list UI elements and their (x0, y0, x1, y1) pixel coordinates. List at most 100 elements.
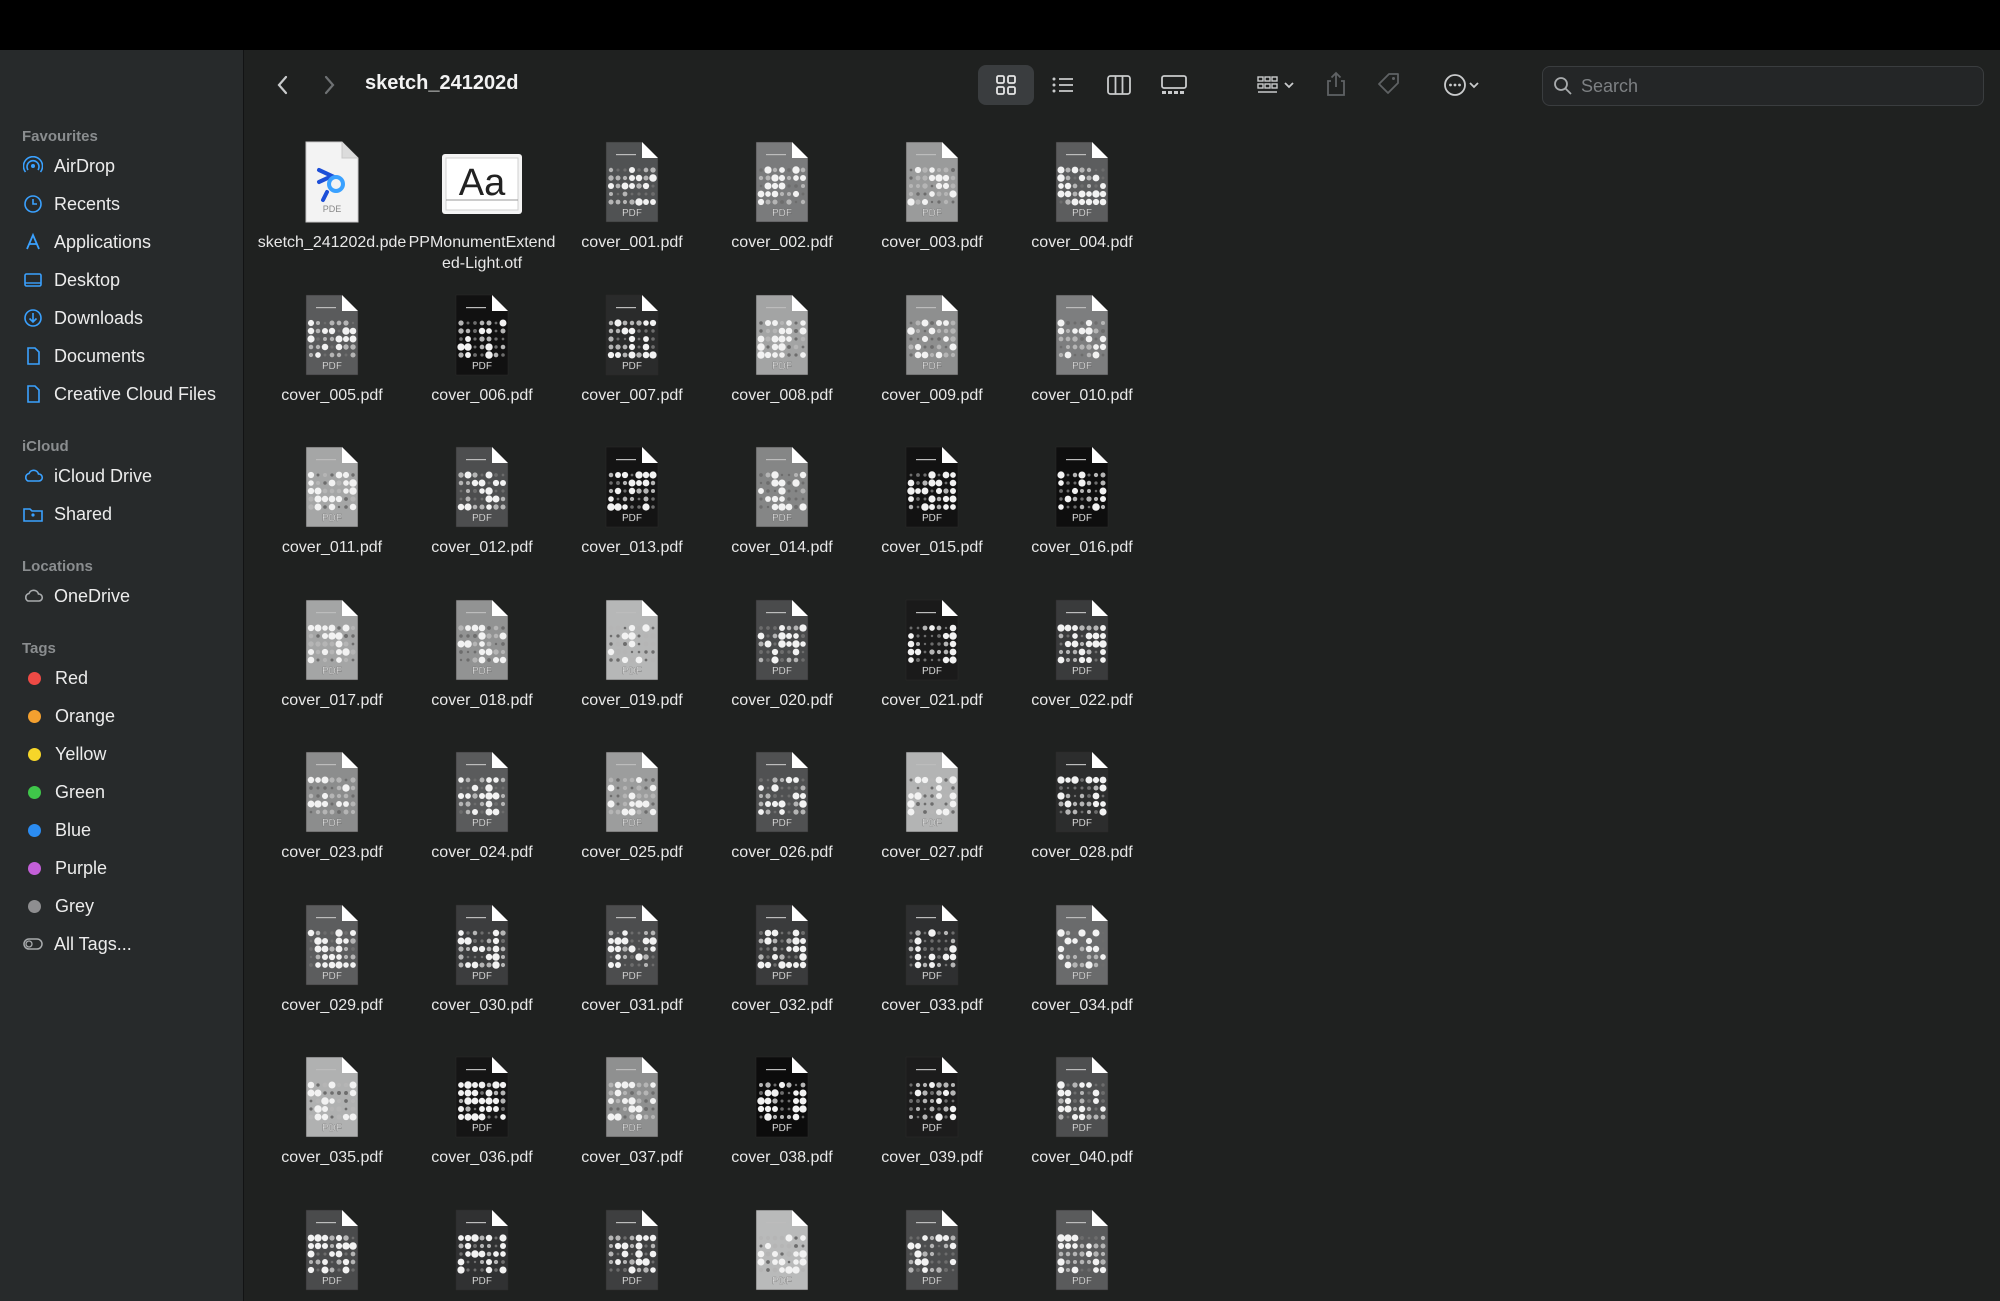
tag-all-tags[interactable]: All Tags... (22, 927, 232, 961)
file-item[interactable]: PDF (557, 1202, 707, 1301)
file-item[interactable]: PDF (707, 1202, 857, 1301)
file-name: cover_024.pdf (431, 844, 533, 861)
tag-green[interactable]: Green (22, 775, 232, 809)
pdf-file-icon: PDF (605, 904, 659, 985)
list-view-button[interactable] (1038, 65, 1088, 105)
list-view-icon (1052, 77, 1073, 93)
sidebar-item-airdrop[interactable]: AirDrop (22, 149, 232, 183)
svg-text:PDF: PDF (772, 818, 792, 829)
file-item[interactable]: PDF cover_003.pdf (857, 134, 1007, 286)
file-item[interactable]: PDF cover_021.pdf (857, 592, 1007, 744)
sidebar-item-creative-cloud-files[interactable]: Creative Cloud Files (22, 377, 232, 411)
file-item[interactable]: Aa PPMonumentExtended-Light.otf (407, 134, 557, 286)
file-name: cover_038.pdf (731, 1149, 833, 1166)
file-item[interactable]: PDF cover_005.pdf (257, 287, 407, 439)
search-field[interactable] (1542, 66, 1984, 106)
document-icon (22, 345, 44, 367)
file-item[interactable]: PDF cover_011.pdf (257, 439, 407, 591)
file-item[interactable]: PDF cover_015.pdf (857, 439, 1007, 591)
file-item[interactable]: PDF cover_020.pdf (707, 592, 857, 744)
file-item[interactable]: PDF cover_007.pdf (557, 287, 707, 439)
file-item[interactable]: PDE sketch_241202d.pde (257, 134, 407, 286)
tag-grey[interactable]: Grey (22, 889, 232, 923)
file-item[interactable]: PDF cover_022.pdf (1007, 592, 1157, 744)
file-item[interactable]: PDF (407, 1202, 557, 1301)
file-item[interactable]: PDF cover_009.pdf (857, 287, 1007, 439)
pdf-file-icon: PDF (755, 599, 809, 680)
file-item[interactable]: PDF cover_031.pdf (557, 897, 707, 1049)
file-item[interactable]: PDF cover_001.pdf (557, 134, 707, 286)
chevron-left-icon (277, 75, 288, 95)
file-name: PPMonumentExtended-Light.otf (408, 234, 556, 272)
tag-dot-icon (28, 747, 41, 761)
file-item[interactable]: PDF cover_019.pdf (557, 592, 707, 744)
file-item[interactable]: PDF cover_012.pdf (407, 439, 557, 591)
back-button[interactable] (268, 68, 298, 102)
sidebar-item-shared[interactable]: Shared (22, 497, 232, 531)
more-actions-button[interactable] (1431, 65, 1491, 105)
file-item[interactable]: PDF cover_023.pdf (257, 744, 407, 896)
file-item[interactable]: PDF cover_032.pdf (707, 897, 857, 1049)
file-item[interactable]: PDF cover_027.pdf (857, 744, 1007, 896)
file-item[interactable]: PDF cover_004.pdf (1007, 134, 1157, 286)
file-item[interactable]: PDF cover_034.pdf (1007, 897, 1157, 1049)
file-name: cover_017.pdf (281, 691, 383, 709)
file-item[interactable]: PDF cover_026.pdf (707, 744, 857, 896)
svg-text:PDF: PDF (772, 1276, 792, 1287)
forward-button[interactable] (314, 68, 344, 102)
file-item[interactable]: PDF cover_024.pdf (407, 744, 557, 896)
tag-yellow[interactable]: Yellow (22, 737, 232, 771)
font-preview-text: Aa (459, 162, 506, 204)
file-item[interactable]: PDF (857, 1202, 1007, 1301)
file-item[interactable]: PDF cover_028.pdf (1007, 744, 1157, 896)
gallery-view-button[interactable] (1149, 65, 1199, 105)
file-item[interactable]: PDF cover_040.pdf (1007, 1049, 1157, 1201)
file-item[interactable]: PDF cover_013.pdf (557, 439, 707, 591)
column-view-button[interactable] (1094, 65, 1144, 105)
sidebar-item-recents[interactable]: Recents (22, 187, 232, 221)
file-item[interactable]: PDF cover_016.pdf (1007, 439, 1157, 591)
file-item[interactable]: PDF cover_018.pdf (407, 592, 557, 744)
file-item[interactable]: PDF cover_029.pdf (257, 897, 407, 1049)
file-item[interactable]: PDF cover_010.pdf (1007, 287, 1157, 439)
pdf-file-icon: PDF (905, 141, 959, 223)
file-item[interactable]: PDF cover_030.pdf (407, 897, 557, 1049)
file-item[interactable]: PDF cover_036.pdf (407, 1049, 557, 1201)
tag-orange[interactable]: Orange (22, 699, 232, 733)
tag-red[interactable]: Red (22, 661, 232, 695)
sidebar-item-icloud-drive[interactable]: iCloud Drive (22, 459, 232, 493)
sidebar-item-downloads[interactable]: Downloads (22, 301, 232, 335)
column-view-icon (1107, 75, 1131, 95)
search-input[interactable] (1579, 74, 1963, 98)
file-item[interactable]: PDF cover_006.pdf (407, 287, 557, 439)
file-item[interactable]: PDF (1007, 1202, 1157, 1301)
airdrop-icon (22, 155, 44, 177)
file-name: cover_008.pdf (731, 386, 833, 404)
pdf-file-icon: PDF (605, 599, 659, 680)
icon-view-button[interactable] (978, 65, 1034, 105)
svg-text:PDF: PDF (922, 513, 942, 524)
file-item[interactable]: PDF cover_014.pdf (707, 439, 857, 591)
file-item[interactable]: PDF cover_025.pdf (557, 744, 707, 896)
share-button[interactable] (1316, 63, 1356, 105)
pdf-file-icon: PDF (905, 904, 959, 985)
file-item[interactable]: PDF cover_033.pdf (857, 897, 1007, 1049)
file-item[interactable]: PDF (257, 1202, 407, 1301)
sidebar-item-documents[interactable]: Documents (22, 339, 232, 373)
tag-button[interactable] (1369, 63, 1409, 105)
tag-purple[interactable]: Purple (22, 851, 232, 885)
sidebar-item-applications[interactable]: Applications (22, 225, 232, 259)
file-item[interactable]: PDF cover_039.pdf (857, 1049, 1007, 1201)
file-item[interactable]: PDF cover_008.pdf (707, 287, 857, 439)
sidebar-item-onedrive[interactable]: OneDrive (22, 579, 232, 613)
sidebar-item-label: Recents (54, 193, 121, 214)
file-item[interactable]: PDF cover_038.pdf (707, 1049, 857, 1201)
file-name: cover_032.pdf (731, 996, 833, 1014)
file-item[interactable]: PDF cover_002.pdf (707, 134, 857, 286)
sidebar-item-desktop[interactable]: Desktop (22, 263, 232, 297)
tag-blue[interactable]: Blue (22, 813, 232, 847)
file-item[interactable]: PDF cover_037.pdf (557, 1049, 707, 1201)
group-by-button[interactable] (1248, 65, 1304, 105)
file-item[interactable]: PDF cover_017.pdf (257, 592, 407, 744)
file-item[interactable]: PDF cover_035.pdf (257, 1049, 407, 1201)
